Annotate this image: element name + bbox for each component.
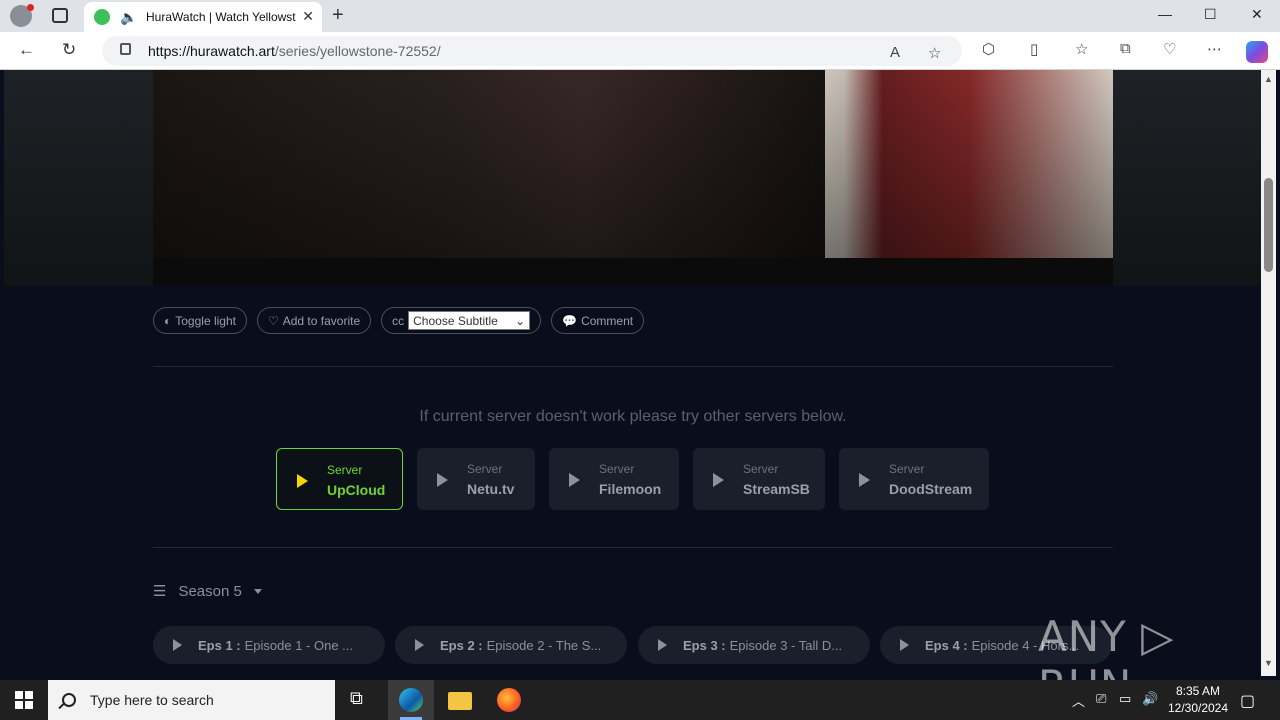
search-icon xyxy=(62,693,76,707)
edge-taskbar-button[interactable] xyxy=(388,680,434,720)
tab-actions-icon[interactable] xyxy=(52,8,68,23)
favorites-icon[interactable]: ☆ xyxy=(1075,40,1088,58)
divider xyxy=(153,366,1113,367)
more-menu-icon[interactable]: ⋯ xyxy=(1207,40,1222,58)
play-icon xyxy=(173,639,182,651)
chevron-up-icon[interactable]: ︿ xyxy=(1072,691,1085,710)
close-window-button[interactable]: ✕ xyxy=(1251,6,1263,23)
play-icon xyxy=(415,639,424,651)
maximize-button[interactable]: ☐ xyxy=(1204,6,1217,23)
server-doodstream[interactable]: Server DoodStream xyxy=(839,448,989,510)
server-streamsb[interactable]: Server StreamSB xyxy=(693,448,825,510)
taskbar-search[interactable]: Type here to search xyxy=(48,680,335,720)
server-notice: If current server doesn't work please tr… xyxy=(419,408,847,425)
play-icon xyxy=(658,639,667,651)
refresh-icon[interactable]: ↻ xyxy=(62,40,76,60)
episode-item[interactable]: Eps 2 : Episode 2 - The S... xyxy=(395,626,627,664)
caret-down-icon xyxy=(253,588,262,594)
notifications-icon[interactable]: ▢ xyxy=(1240,691,1255,711)
play-icon xyxy=(569,473,580,487)
file-explorer-icon[interactable] xyxy=(448,692,472,710)
speaker-icon[interactable]: 🔈 xyxy=(120,9,137,26)
play-icon xyxy=(900,639,909,651)
subtitle-control: cc Choose Subtitle ⌄ xyxy=(381,307,542,334)
closed-caption-icon: cc xyxy=(392,313,405,328)
meet-now-icon[interactable]: ⎚ xyxy=(1096,691,1106,707)
comment-icon: 💬 xyxy=(562,313,578,328)
server-filemoon[interactable]: Server Filemoon xyxy=(549,448,679,510)
address-bar[interactable]: https://hurawatch.art/series/yellowstone… xyxy=(102,36,962,66)
firefox-icon[interactable] xyxy=(497,688,521,712)
address-toolbar: ← ↻ https://hurawatch.art/series/yellows… xyxy=(0,32,1280,70)
toggle-light-button[interactable]: ◐ Toggle light xyxy=(153,307,247,334)
comment-button[interactable]: 💬 Comment xyxy=(551,307,645,334)
task-view-icon[interactable]: ⧉ xyxy=(350,688,374,712)
episode-item[interactable]: Eps 1 : Episode 1 - One ... xyxy=(153,626,385,664)
copilot-icon[interactable] xyxy=(1246,41,1268,63)
lock-icon[interactable] xyxy=(120,43,131,55)
windows-start-icon[interactable] xyxy=(15,691,33,709)
page-content: ◐ Toggle light ♡ Add to favorite cc Choo… xyxy=(4,70,1261,676)
site-favicon-icon xyxy=(94,9,110,25)
tab-title: HuraWatch | Watch Yellowst xyxy=(146,10,296,24)
edge-icon xyxy=(399,688,423,712)
new-tab-button[interactable]: + xyxy=(332,4,344,27)
profile-avatar[interactable] xyxy=(10,4,34,27)
episode-item[interactable]: Eps 3 : Episode 3 - Tall D... xyxy=(638,626,870,664)
favorite-star-icon[interactable]: ☆ xyxy=(928,44,941,62)
collections-icon[interactable]: ⧉ xyxy=(1120,40,1131,57)
divider xyxy=(153,547,1113,548)
play-icon xyxy=(297,474,308,488)
subtitle-select[interactable]: Choose Subtitle ⌄ xyxy=(408,311,531,330)
season-selector[interactable]: ☰ Season 5 xyxy=(153,582,262,600)
scroll-thumb[interactable] xyxy=(1264,178,1273,272)
browser-tab[interactable]: 🔈 HuraWatch | Watch Yellowst ✕ xyxy=(84,2,322,32)
back-icon[interactable]: ← xyxy=(18,40,35,60)
taskbar: Type here to search ⧉ ︿ ⎚ ▭ 🔊 8:35 AM 12… xyxy=(0,680,1280,720)
server-list: Server UpCloud Server Netu.tv Server Fil… xyxy=(4,448,1261,512)
tab-strip: 🔈 HuraWatch | Watch Yellowst ✕ + — ☐ ✕ xyxy=(0,0,1280,32)
list-icon: ☰ xyxy=(153,583,167,600)
read-aloud-icon[interactable]: A xyxy=(890,44,900,61)
server-upcloud[interactable]: Server UpCloud xyxy=(276,448,403,510)
split-screen-icon[interactable]: ▯ xyxy=(1030,40,1038,58)
page-scrollbar[interactable]: ▲ ▼ xyxy=(1261,70,1276,676)
add-favorite-button[interactable]: ♡ Add to favorite xyxy=(256,307,372,334)
chevron-down-icon: ⌄ xyxy=(515,313,526,328)
system-clock[interactable]: 8:35 AM 12/30/2024 xyxy=(1160,683,1236,717)
play-icon xyxy=(713,473,724,487)
scroll-down-icon[interactable]: ▼ xyxy=(1264,658,1273,668)
video-controls-bar[interactable] xyxy=(153,258,1113,286)
close-tab-icon[interactable]: ✕ xyxy=(302,8,314,25)
volume-icon[interactable]: 🔊 xyxy=(1142,691,1158,707)
play-icon xyxy=(859,473,870,487)
video-player[interactable] xyxy=(153,70,1113,258)
minimize-button[interactable]: — xyxy=(1158,6,1172,22)
half-circle-icon: ◐ xyxy=(164,313,172,328)
play-icon xyxy=(437,473,448,487)
scroll-up-icon[interactable]: ▲ xyxy=(1264,74,1273,84)
extensions-icon[interactable]: ⬡ xyxy=(982,40,995,58)
player-actions: ◐ Toggle light ♡ Add to favorite cc Choo… xyxy=(153,307,645,334)
heart-icon: ♡ xyxy=(267,313,279,328)
network-icon[interactable]: ▭ xyxy=(1119,691,1131,707)
server-netutv[interactable]: Server Netu.tv xyxy=(417,448,535,510)
browser-essentials-icon[interactable]: ♡ xyxy=(1163,40,1176,58)
url-text[interactable]: https://hurawatch.art/series/yellowstone… xyxy=(148,43,441,59)
